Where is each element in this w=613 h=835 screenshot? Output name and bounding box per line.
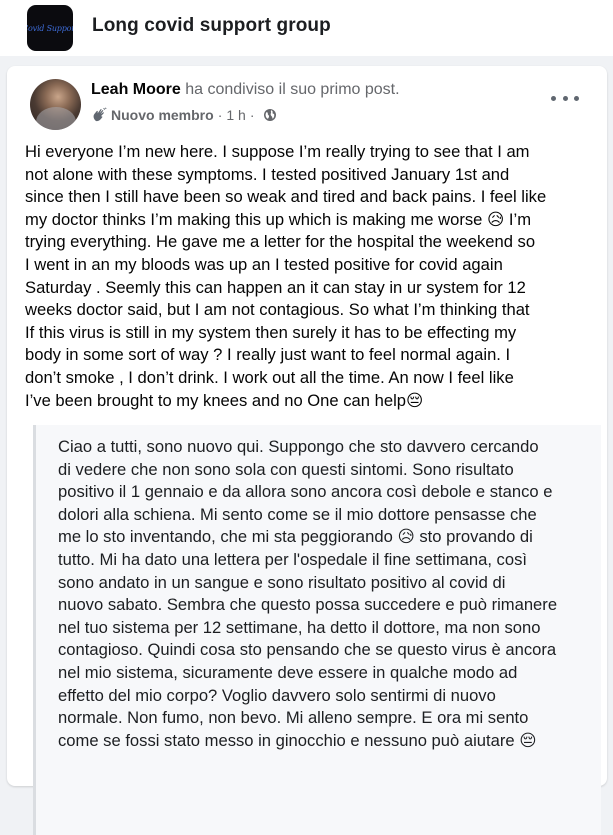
post-author-line: Leah Moore ha condiviso il suo primo pos… <box>91 81 400 99</box>
translation-block: Ciao a tutti, sono nuovo qui. Suppongo c… <box>33 425 601 835</box>
group-name[interactable]: Long covid support group <box>92 15 331 37</box>
translation-text: Ciao a tutti, sono nuovo qui. Suppongo c… <box>58 437 558 750</box>
post-body: Hi everyone I’m new here. I suppose I’m … <box>25 142 547 410</box>
meta-separator: · <box>217 107 223 123</box>
group-logo-text: Covid Support <box>27 23 73 33</box>
post-meta: Nuovo membro · 1 h · <box>91 107 277 123</box>
meta-separator: · <box>249 107 255 123</box>
group-header: Covid Support Long covid support group <box>0 0 613 56</box>
new-member-badge: Nuovo membro <box>111 107 214 123</box>
post-card: Leah Moore ha condiviso il suo primo pos… <box>7 66 607 835</box>
post-timestamp[interactable]: 1 h <box>226 107 245 123</box>
author-action: ha condiviso il suo primo post. <box>180 81 400 98</box>
group-logo[interactable]: Covid Support <box>27 5 73 51</box>
waving-hand-icon <box>93 107 107 122</box>
avatar[interactable] <box>30 79 81 130</box>
author-name[interactable]: Leah Moore <box>91 81 181 98</box>
globe-icon[interactable] <box>263 108 277 122</box>
more-options-icon[interactable] <box>551 90 579 106</box>
